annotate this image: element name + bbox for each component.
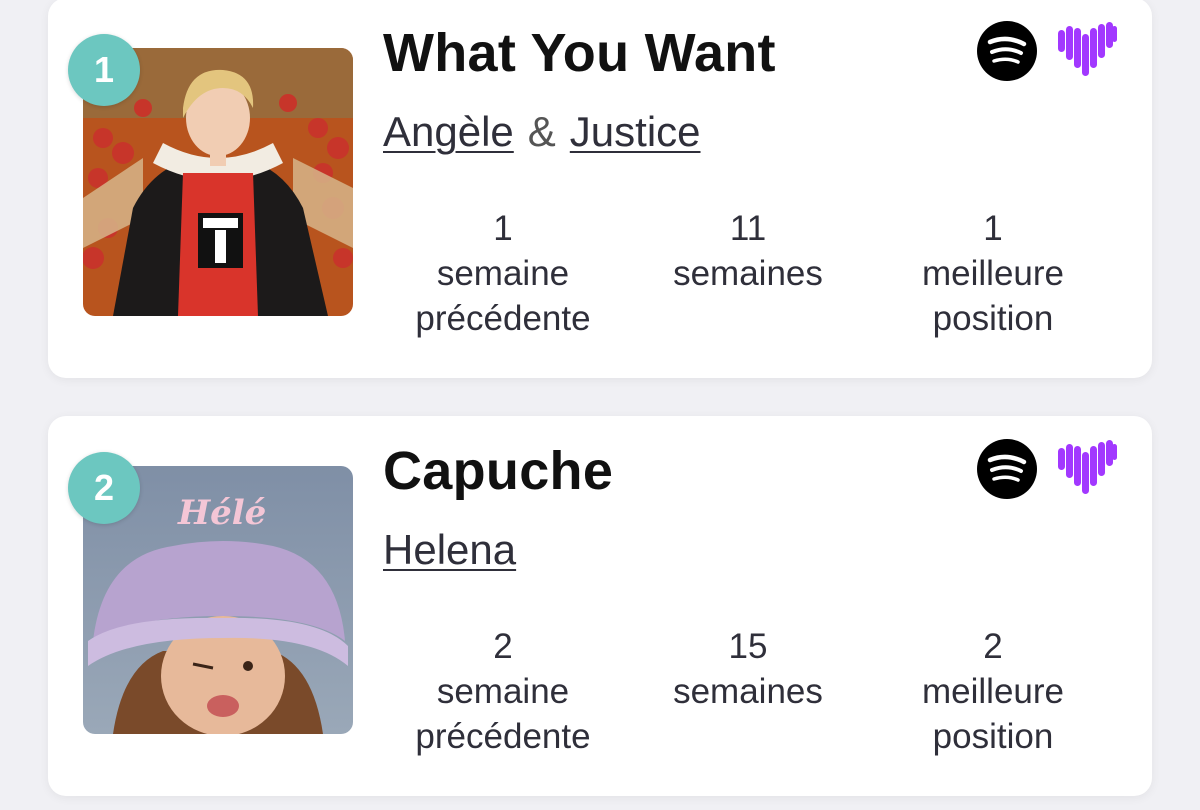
streaming-services [976, 20, 1118, 82]
chart-entry-card[interactable]: 1 What You Want Angèle & Justice 1 semai… [48, 0, 1152, 378]
stat-previous-week: 1 semaine précédente [383, 206, 623, 341]
stat-value: 15 [728, 627, 768, 666]
rank-badge: 1 [68, 34, 140, 106]
stat-label: position [932, 717, 1054, 756]
artist-link[interactable]: Angèle [383, 108, 514, 155]
stats-row: 1 semaine précédente 11 semaines 1 meill… [383, 206, 1103, 346]
stat-label: meilleure [922, 672, 1064, 711]
artist-separator: & [527, 108, 556, 155]
artist-list: Helena [383, 526, 516, 574]
stat-value: 1 [493, 209, 513, 248]
stat-value: 1 [983, 209, 1003, 248]
stats-row: 2 semaine précédente 15 semaines 2 meill… [383, 624, 1103, 764]
stat-best-position: 2 meilleure position [873, 624, 1113, 759]
rank-badge: 2 [68, 452, 140, 524]
artist-list: Angèle & Justice [383, 108, 701, 156]
deezer-icon[interactable] [1056, 438, 1118, 500]
streaming-services [976, 438, 1118, 500]
spotify-icon[interactable] [976, 20, 1038, 82]
stat-best-position: 1 meilleure position [873, 206, 1113, 341]
stat-label: précédente [415, 299, 591, 338]
stat-label: meilleure [922, 254, 1064, 293]
stat-value: 2 [983, 627, 1003, 666]
artist-link[interactable]: Justice [570, 108, 701, 155]
stat-label: semaine [436, 254, 570, 293]
stat-label: semaine [436, 672, 570, 711]
artist-link[interactable]: Helena [383, 526, 516, 573]
stat-label: semaines [673, 672, 823, 711]
stat-weeks: 11 semaines [628, 206, 868, 296]
stat-weeks: 15 semaines [628, 624, 868, 714]
stat-label: position [932, 299, 1054, 338]
deezer-icon[interactable] [1056, 20, 1118, 82]
stat-previous-week: 2 semaine précédente [383, 624, 623, 759]
chart-entry-card[interactable]: 2 Hélé Capuche Helena 2 semaine précéden… [48, 416, 1152, 796]
stat-value: 11 [729, 209, 767, 248]
stat-value: 2 [493, 627, 513, 666]
track-title[interactable]: Capuche [383, 440, 613, 502]
cover-logo-text: Hélé [177, 493, 266, 533]
track-title[interactable]: What You Want [383, 22, 776, 84]
spotify-icon[interactable] [976, 438, 1038, 500]
stat-label: semaines [673, 254, 823, 293]
stat-label: précédente [415, 717, 591, 756]
